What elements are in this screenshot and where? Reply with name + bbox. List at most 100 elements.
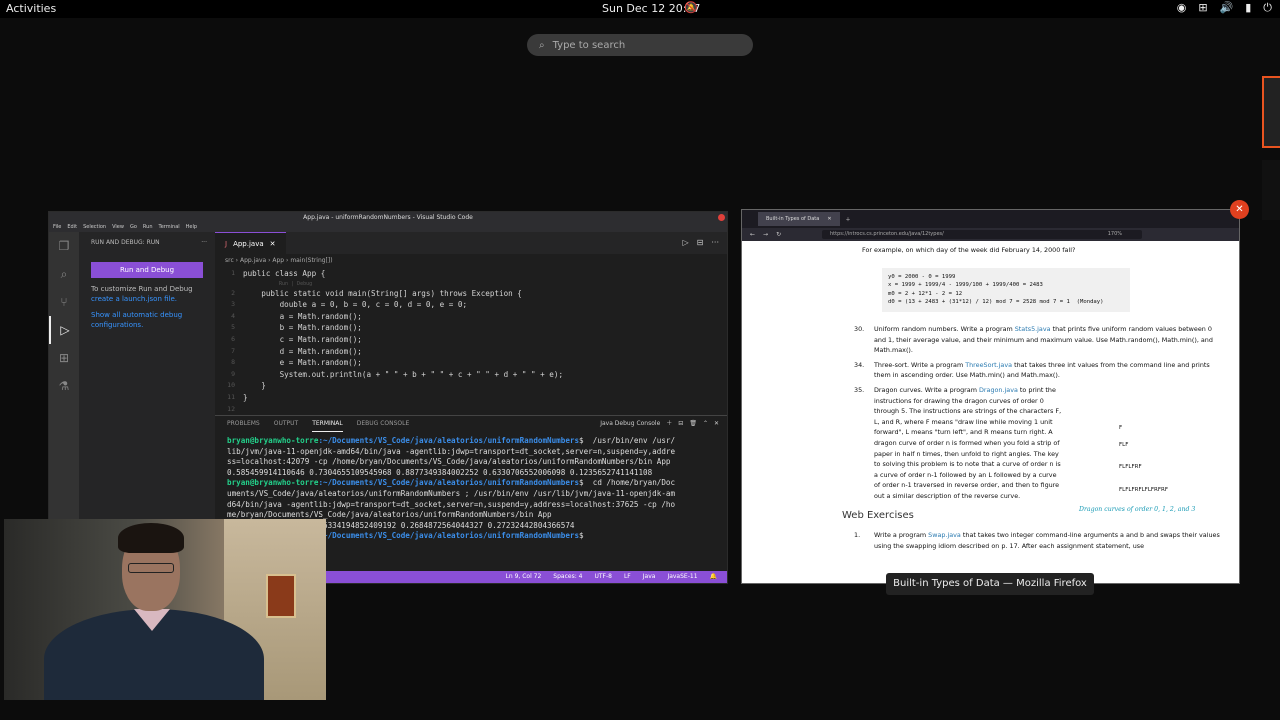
activities-button[interactable]: Activities — [6, 2, 56, 15]
source-control-icon[interactable]: ⑂ — [49, 288, 79, 316]
status-spaces[interactable]: Spaces: 4 — [553, 571, 582, 583]
workspace-preview[interactable] — [1262, 76, 1280, 148]
reload-icon[interactable]: ↻ — [776, 231, 781, 238]
prompt-user: bryan@bryanwho-torre — [227, 478, 319, 488]
system-tray[interactable]: ◉ ⊞ 🔊 ▮ ⏻ — [1177, 1, 1272, 15]
debug-console-select[interactable]: Java Debug Console — [600, 416, 660, 432]
code-line: 7 d = Math.random(); — [215, 346, 727, 358]
workspace-preview-2[interactable] — [1262, 160, 1280, 220]
power-icon[interactable]: ⏻ — [1263, 1, 1272, 15]
volume-icon[interactable]: 🔊 — [1220, 1, 1234, 15]
code-text: b = Math.random(); — [243, 323, 362, 333]
tab-label: App.java — [233, 240, 264, 248]
new-tab-icon[interactable]: ＋ — [846, 216, 851, 223]
battery-icon[interactable]: ▮ — [1245, 1, 1251, 15]
status-eol[interactable]: LF — [624, 571, 631, 583]
dragon-caption: Dragon curves of order 0, 1, 2, and 3 — [1079, 506, 1196, 514]
menu-run[interactable]: Run — [143, 223, 153, 232]
search-placeholder: Type to search — [552, 39, 626, 51]
line-number: 3 — [231, 300, 235, 309]
breadcrumb[interactable]: src › App.java › App › main(String[]) — [215, 254, 727, 268]
bell-icon[interactable]: 🔔 — [710, 571, 717, 583]
more-icon[interactable]: ··· — [201, 232, 207, 254]
extensions-icon[interactable]: ⊞ — [49, 344, 79, 372]
stats5-link[interactable]: Stats5.java — [1015, 325, 1051, 333]
run-debug-icon[interactable]: ▷ — [49, 316, 79, 344]
menu-view[interactable]: View — [112, 223, 124, 232]
sidebar-header: RUN AND DEBUG: RUN ··· — [79, 232, 215, 254]
code-lens[interactable]: Run | Debug — [215, 280, 727, 288]
tab-output[interactable]: OUTPUT — [274, 416, 298, 432]
run-and-debug-button[interactable]: Run and Debug — [91, 262, 203, 278]
forward-icon[interactable]: → — [763, 231, 768, 238]
code-text: a = Math.random(); — [243, 311, 362, 321]
line-number: 4 — [231, 311, 235, 320]
status-language[interactable]: Java — [643, 571, 656, 583]
threesort-link[interactable]: ThreeSort.java — [965, 361, 1012, 369]
terminal-cmd: $ — [579, 531, 589, 541]
trash-icon[interactable]: 🗑 — [689, 416, 697, 432]
show-debug-configs-link[interactable]: Show all automatic debug configurations. — [79, 304, 215, 330]
explorer-icon[interactable]: ❐ — [49, 232, 79, 260]
network-icon[interactable]: ⊞ — [1198, 1, 1207, 15]
create-launch-json-link[interactable]: create a launch.json file. — [91, 294, 203, 304]
exercise-number: 1. — [854, 531, 861, 540]
close-icon[interactable]: ✕ — [714, 416, 719, 432]
code-area[interactable]: 1 public class App { Run | Debug 2 public… — [215, 268, 727, 415]
firefox-window[interactable]: Built-in Types of Data ✕ ＋ ← → ↻ https:/… — [741, 209, 1240, 584]
editor[interactable]: J App.java ✕ ▷ ⊟ ··· src › App.java › Ap… — [215, 232, 727, 415]
tab-close-icon[interactable]: ✕ — [827, 212, 831, 226]
back-icon[interactable]: ← — [750, 231, 755, 238]
split-editor-icon[interactable]: ⊟ — [697, 232, 704, 254]
line-number: 5 — [231, 323, 235, 332]
tab-terminal[interactable]: TERMINAL — [312, 416, 343, 432]
testing-icon[interactable]: ⚗ — [49, 372, 79, 400]
browser-tab[interactable]: Built-in Types of Data ✕ — [758, 212, 840, 226]
search-icon[interactable]: ⌕ — [49, 260, 79, 288]
menu-file[interactable]: File — [53, 223, 61, 232]
menu-edit[interactable]: Edit — [67, 223, 77, 232]
exercise-text: Write a program — [874, 531, 929, 540]
terminal-line: bryan@bryanwho-torre:~/Documents/VS_Code… — [227, 478, 727, 489]
prompt-user: bryan@bryanwho-torre — [227, 436, 319, 445]
url-bar[interactable]: https://introcs.cs.princeton.edu/java/12… — [822, 230, 1142, 239]
zoom-badge[interactable]: 170% — [1108, 230, 1122, 239]
panel-tabs: PROBLEMS OUTPUT TERMINAL DEBUG CONSOLE J… — [215, 416, 727, 432]
tab-app-java[interactable]: J App.java ✕ — [215, 232, 286, 254]
split-terminal-icon[interactable]: ⊟ — [678, 416, 683, 432]
status-java-version[interactable]: JavaSE-11 — [667, 571, 697, 583]
code-text: d = Math.random(); — [243, 346, 362, 356]
menu-terminal[interactable]: Terminal — [159, 223, 180, 232]
more-icon[interactable]: ··· — [711, 232, 719, 254]
page-content[interactable]: For example, on which day of the week di… — [742, 241, 1239, 583]
exercise-number: 35. — [854, 385, 865, 394]
close-icon[interactable]: ✕ — [1230, 200, 1249, 219]
java-file-icon: J — [225, 240, 228, 248]
add-terminal-icon[interactable]: ＋ — [666, 416, 672, 432]
run-icon[interactable]: ▷ — [683, 232, 689, 254]
exercise-text: Dragon curves. Write a program — [874, 385, 979, 394]
webcam-person-hair — [118, 523, 184, 553]
code-line: 2 public static void main(String[] args)… — [215, 288, 727, 300]
tab-debug-console[interactable]: DEBUG CONSOLE — [357, 416, 410, 432]
maximize-icon[interactable]: ⌃ — [703, 416, 708, 432]
accessibility-icon[interactable]: ◉ — [1177, 1, 1187, 15]
menu-selection[interactable]: Selection — [83, 223, 106, 232]
menu-help[interactable]: Help — [186, 223, 197, 232]
dragon-label: FLF — [1119, 441, 1129, 448]
terminal-line: lib/jvm/java-11-openjdk-amd64/bin/java -… — [227, 446, 676, 456]
dragon-label: FLFLFRF — [1119, 464, 1142, 471]
dragon-link[interactable]: Dragon.java — [979, 386, 1018, 394]
swap-link[interactable]: Swap.java — [928, 531, 961, 539]
tab-problems[interactable]: PROBLEMS — [227, 416, 260, 432]
line-number: 8 — [231, 358, 235, 367]
status-encoding[interactable]: UTF-8 — [594, 571, 612, 583]
code-line: 9 System.out.println(a + " " + b + " " +… — [215, 369, 727, 381]
search-input[interactable]: ⌕ Type to search — [527, 34, 753, 56]
tab-close-icon[interactable]: ✕ — [270, 233, 276, 254]
code-text: c = Math.random(); — [243, 334, 362, 344]
close-icon[interactable] — [718, 214, 725, 221]
status-cursor[interactable]: Ln 9, Col 72 — [506, 571, 542, 583]
menu-go[interactable]: Go — [130, 223, 137, 232]
terminal-line: uments/VS_Code/java/aleatorios/uniformRa… — [227, 488, 676, 498]
